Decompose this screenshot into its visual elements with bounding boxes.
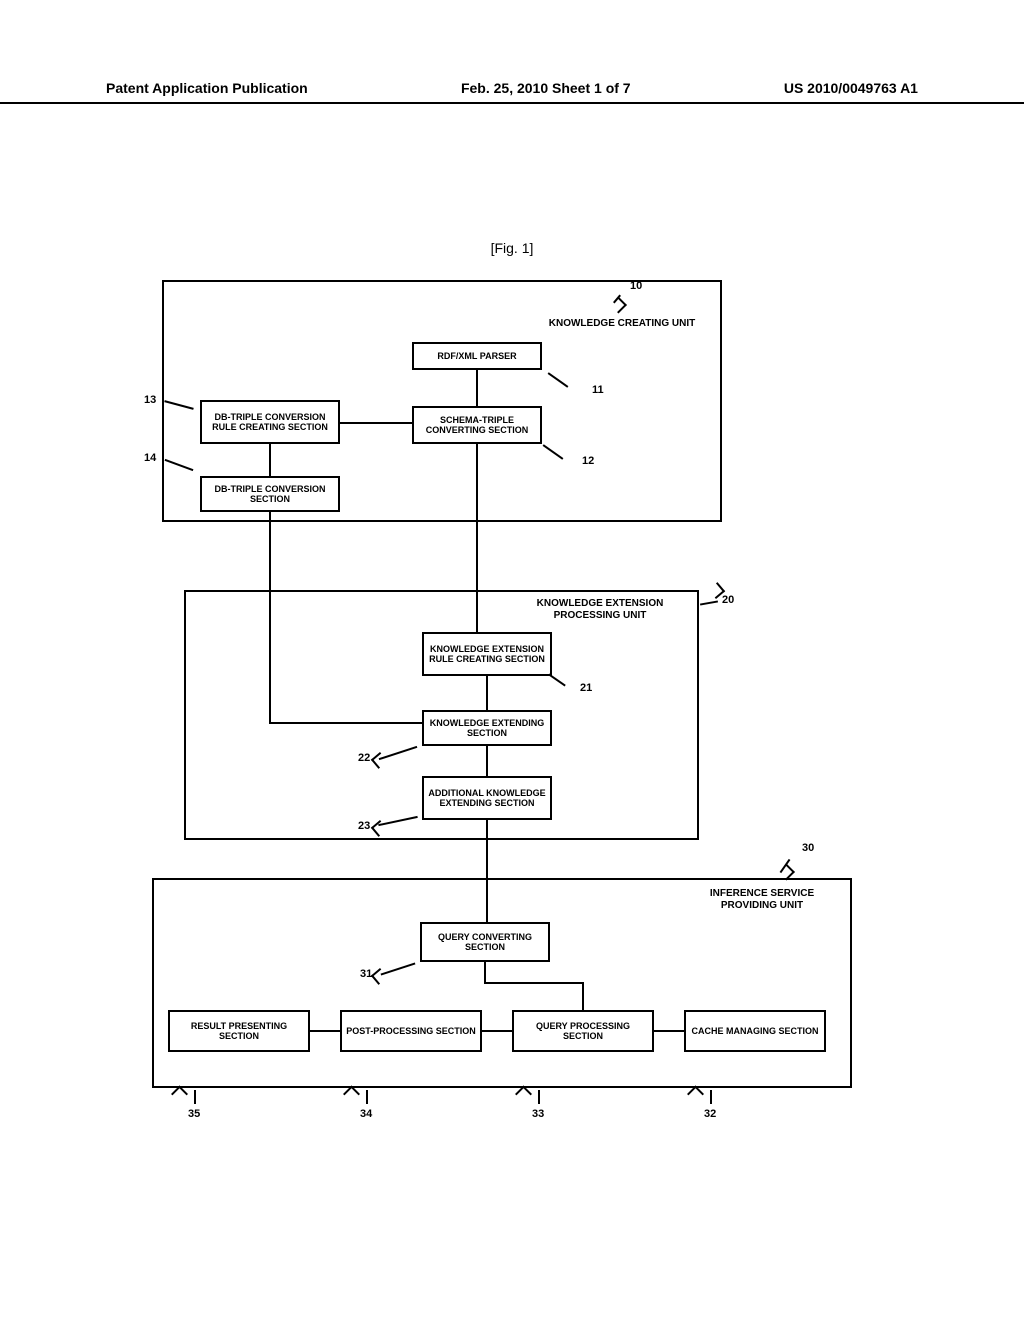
ref-10: 10 <box>630 280 642 292</box>
knowledge-extending-section: KNOWLEDGE EXTENDING SECTION <box>422 710 552 746</box>
connector <box>486 746 488 776</box>
connector <box>484 982 582 984</box>
lead-tick <box>687 1086 704 1103</box>
connector <box>340 422 412 424</box>
ref-31: 31 <box>360 968 372 980</box>
lead-tick <box>171 1086 188 1103</box>
ref-14: 14 <box>144 452 156 464</box>
connector <box>269 444 271 476</box>
lead-line <box>194 1090 196 1104</box>
date-and-sheet: Feb. 25, 2010 Sheet 1 of 7 <box>461 80 631 98</box>
inference-service-providing-unit-label: INFERENCE SERVICE PROVIDING UNIT <box>682 888 842 911</box>
knowledge-creating-unit-label: KNOWLEDGE CREATING UNIT <box>527 318 717 330</box>
lead-line <box>710 1090 712 1104</box>
knowledge-extension-processing-unit-label: KNOWLEDGE EXTENSION PROCESSING UNIT <box>510 598 690 621</box>
connector <box>486 676 488 710</box>
ref-22: 22 <box>358 752 370 764</box>
connector <box>582 982 584 1010</box>
ref-33: 33 <box>532 1108 544 1120</box>
diagram-canvas: KNOWLEDGE CREATING UNIT 10 RDF/XML PARSE… <box>162 280 862 1150</box>
lead-tick <box>515 1086 532 1103</box>
db-triple-conversion-section: DB-TRIPLE CONVERSION SECTION <box>200 476 340 512</box>
ref-20: 20 <box>722 594 734 606</box>
lead-tick <box>343 1086 360 1103</box>
knowledge-extension-rule-creating-section: KNOWLEDGE EXTENSION RULE CREATING SECTIO… <box>422 632 552 676</box>
connector <box>476 444 478 632</box>
ref-11: 11 <box>592 384 604 396</box>
result-presenting-section: RESULT PRESENTING SECTION <box>168 1010 310 1052</box>
ref-34: 34 <box>360 1108 372 1120</box>
connector <box>476 370 478 406</box>
page-header: Patent Application Publication Feb. 25, … <box>0 80 1024 104</box>
ref-13: 13 <box>144 394 156 406</box>
cache-managing-section: CACHE MANAGING SECTION <box>684 1010 826 1052</box>
additional-knowledge-extending-section: ADDITIONAL KNOWLEDGE EXTENDING SECTION <box>422 776 552 820</box>
connector <box>269 722 422 724</box>
connector <box>484 962 486 982</box>
page: Patent Application Publication Feb. 25, … <box>0 0 1024 1320</box>
connector <box>310 1030 340 1032</box>
publication-number: US 2010/0049763 A1 <box>784 80 918 98</box>
lead-line <box>366 1090 368 1104</box>
ref-30: 30 <box>802 842 814 854</box>
lead-line <box>700 600 718 605</box>
query-processing-section: QUERY PROCESSING SECTION <box>512 1010 654 1052</box>
ref-35: 35 <box>188 1108 200 1120</box>
connector <box>269 512 271 722</box>
connector <box>486 820 488 922</box>
db-triple-conversion-rule-creating-section: DB-TRIPLE CONVERSION RULE CREATING SECTI… <box>200 400 340 444</box>
connector <box>482 1030 512 1032</box>
schema-triple-converting-section: SCHEMA-TRIPLE CONVERTING SECTION <box>412 406 542 444</box>
query-converting-section: QUERY CONVERTING SECTION <box>420 922 550 962</box>
ref-32: 32 <box>704 1108 716 1120</box>
publication-type: Patent Application Publication <box>106 80 308 98</box>
rdf-xml-parser: RDF/XML PARSER <box>412 342 542 370</box>
connector <box>654 1030 684 1032</box>
ref-23: 23 <box>358 820 370 832</box>
ref-12: 12 <box>582 455 594 467</box>
ref-21: 21 <box>580 682 592 694</box>
lead-line <box>538 1090 540 1104</box>
post-processing-section: POST-PROCESSING SECTION <box>340 1010 482 1052</box>
figure-label: [Fig. 1] <box>0 240 1024 256</box>
